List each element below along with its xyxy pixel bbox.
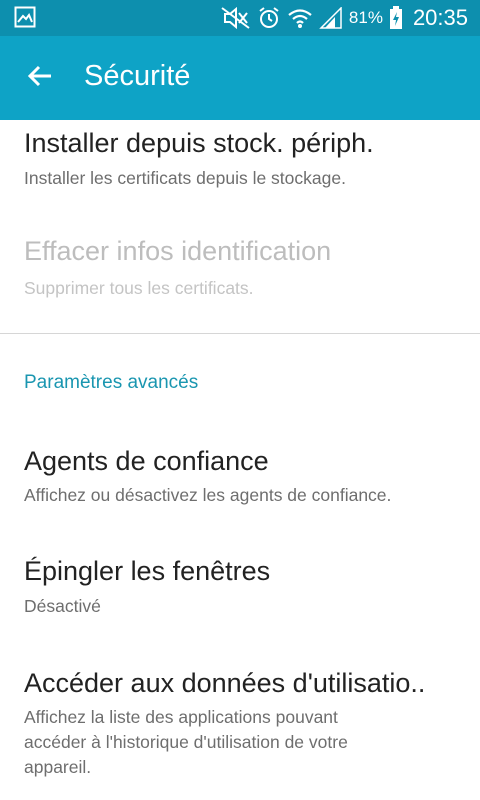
item-subtitle: Installer les certificats depuis le stoc… bbox=[24, 168, 346, 188]
section-header-advanced: Paramètres avancés bbox=[24, 372, 199, 393]
battery-percent: 81% bbox=[348, 8, 383, 27]
wifi-icon bbox=[287, 6, 313, 30]
item-title: Accéder aux données d'utilisatio.. bbox=[24, 668, 426, 698]
item-subtitle-line-1: Affichez la liste des applications pouva… bbox=[24, 707, 338, 727]
item-title: Effacer infos identification bbox=[24, 236, 332, 266]
list-item-install-from-storage[interactable]: Installer depuis stock. périph. Installe… bbox=[0, 120, 480, 220]
item-subtitle: Affichez ou désactivez les agents de con… bbox=[24, 485, 392, 505]
list-item-trust-agents[interactable]: Agents de confiance Affichez ou désactiv… bbox=[0, 430, 480, 530]
signal-icon bbox=[319, 7, 343, 29]
item-title: Épingler les fenêtres bbox=[24, 556, 271, 586]
status-icons: 81% 20:35 bbox=[221, 0, 468, 36]
item-subtitle: Supprimer tous les certificats. bbox=[24, 278, 254, 298]
divider bbox=[0, 333, 480, 334]
gallery-icon bbox=[14, 6, 36, 28]
list-item-clear-credentials: Effacer infos identification Supprimer t… bbox=[0, 222, 480, 332]
item-title: Installer depuis stock. périph. bbox=[24, 128, 374, 158]
app-bar: Sécurité bbox=[0, 36, 480, 120]
page-title: Sécurité bbox=[84, 60, 191, 92]
back-button[interactable] bbox=[18, 56, 62, 100]
item-title: Agents de confiance bbox=[24, 446, 269, 476]
clock: 20:35 bbox=[412, 5, 468, 30]
status-bar: 81% 20:35 bbox=[0, 0, 480, 36]
alarm-icon bbox=[257, 6, 281, 30]
battery-charging-icon bbox=[389, 6, 403, 30]
item-subtitle-line-2: accéder à l'historique d'utilisation de … bbox=[24, 732, 348, 752]
arrow-left-icon bbox=[27, 63, 53, 94]
list-item-usage-data-access[interactable]: Accéder aux données d'utilisatio.. Affic… bbox=[0, 650, 480, 800]
mute-icon bbox=[221, 7, 251, 29]
item-status: Désactivé bbox=[24, 596, 101, 616]
item-subtitle-line-3: appareil. bbox=[24, 757, 92, 777]
list-item-pin-windows[interactable]: Épingler les fenêtres Désactivé bbox=[0, 540, 480, 640]
